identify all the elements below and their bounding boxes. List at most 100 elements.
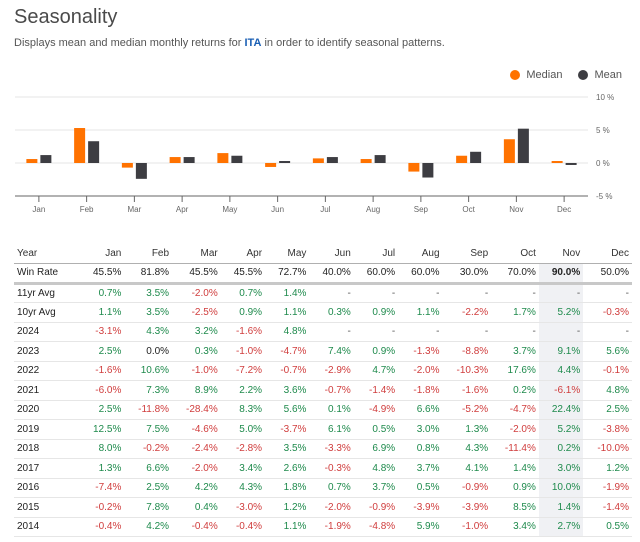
return-cell: 1.4%: [538, 497, 584, 518]
return-cell: 5.2%: [538, 419, 584, 440]
table-row: 2018 8.0% -0.2% -2.4% -2.8% 3.5% -3.3% 6.9% 0.8%…: [14, 439, 632, 459]
bar-mean-jul[interactable]: [326, 157, 338, 163]
return-cell: -0.2%: [80, 497, 125, 518]
return-cell: 4.3%: [124, 322, 173, 342]
return-cell: -1.4%: [583, 497, 632, 518]
bar-mean-may[interactable]: [231, 155, 243, 163]
row-label: 10yr Avg: [14, 302, 80, 323]
return-cell: 0.5%: [583, 517, 632, 537]
return-cell: -1.0%: [442, 517, 492, 537]
return-cell: -1.6%: [80, 361, 125, 381]
return-cell: 2.6%: [265, 458, 310, 479]
return-cell: 1.3%: [80, 458, 125, 479]
return-cell: -3.3%: [309, 439, 354, 459]
return-cell: -1.0%: [172, 361, 221, 381]
column-header-aug: Aug: [398, 244, 443, 264]
return-cell: -2.8%: [220, 439, 266, 459]
legend-label-mean: Mean: [594, 69, 622, 81]
return-cell: -0.3%: [309, 458, 354, 479]
return-cell: 0.9%: [491, 478, 539, 498]
return-cell: -4.7%: [491, 400, 539, 420]
bar-median-jun[interactable]: [265, 163, 277, 167]
subtitle-suffix: in order to identify seasonal patterns.: [261, 37, 445, 49]
return-cell: 9.1%: [538, 341, 584, 362]
return-cell: 0.5%: [353, 419, 399, 440]
legend-item-mean[interactable]: Mean: [578, 69, 622, 81]
table-row: 2016 -7.4% 2.5% 4.2% 4.3% 1.8% 0.7% 3.7% 0.5% -0.…: [14, 478, 632, 498]
return-cell: -0.7%: [265, 361, 310, 381]
column-header-sep: Sep: [442, 244, 492, 264]
return-cell: -: [398, 283, 443, 303]
return-cell: 7.8%: [124, 497, 173, 518]
bar-median-oct[interactable]: [456, 155, 468, 163]
return-cell: 2.5%: [80, 341, 125, 362]
bar-mean-dec[interactable]: [565, 163, 577, 165]
bar-median-feb[interactable]: [74, 128, 86, 163]
row-label: 2019: [14, 419, 80, 440]
table-row: 2024 -3.1% 4.3% 3.2% -1.6% 4.8% - - - - - - -: [14, 322, 632, 342]
return-cell: -0.4%: [80, 517, 125, 537]
column-header-may: May: [265, 244, 310, 264]
column-header-jan: Jan: [80, 244, 125, 264]
bar-median-mar[interactable]: [121, 163, 133, 168]
return-cell: 0.2%: [491, 380, 539, 401]
return-cell: -: [442, 283, 492, 303]
bar-median-nov[interactable]: [503, 139, 515, 163]
chart-legend: Median Mean: [510, 69, 622, 81]
return-cell: 5.0%: [220, 419, 266, 440]
bar-mean-feb[interactable]: [88, 141, 100, 163]
bar-median-aug[interactable]: [360, 159, 372, 163]
return-cell: 3.0%: [398, 419, 443, 440]
bar-mean-apr[interactable]: [183, 157, 195, 163]
table-row: 2023 2.5% 0.0% 0.3% -1.0% -4.7% 7.4% 0.9% -1.3% -…: [14, 341, 632, 362]
win-rate-cell: 72.7%: [265, 263, 310, 285]
return-cell: -3.7%: [265, 419, 310, 440]
return-cell: 4.8%: [353, 458, 399, 479]
return-cell: 1.4%: [265, 283, 310, 303]
bar-mean-sep[interactable]: [422, 163, 434, 178]
bar-mean-mar[interactable]: [135, 163, 147, 179]
return-cell: -1.6%: [220, 322, 266, 342]
table-row: 2021 -6.0% 7.3% 8.9% 2.2% 3.6% -0.7% -1.4% -1.8%…: [14, 380, 632, 401]
return-cell: 0.4%: [172, 497, 221, 518]
return-cell: 5.6%: [583, 341, 632, 362]
return-cell: 0.3%: [309, 302, 354, 323]
x-tick-label: Sep: [414, 205, 429, 214]
bar-mean-nov[interactable]: [517, 128, 529, 163]
return-cell: 0.3%: [172, 341, 221, 362]
return-cell: 2.5%: [124, 478, 173, 498]
return-cell: -3.8%: [583, 419, 632, 440]
return-cell: 3.4%: [220, 458, 266, 479]
bar-mean-aug[interactable]: [374, 155, 386, 163]
return-cell: 1.3%: [442, 419, 492, 440]
return-cell: 8.5%: [491, 497, 539, 518]
win-rate-cell: 70.0%: [491, 263, 539, 285]
return-cell: 6.1%: [309, 419, 354, 440]
bar-median-may[interactable]: [217, 153, 229, 163]
return-cell: 1.1%: [265, 302, 310, 323]
return-cell: 1.4%: [491, 458, 539, 479]
bar-median-apr[interactable]: [169, 157, 181, 163]
return-cell: -0.7%: [309, 380, 354, 401]
bar-median-jul[interactable]: [312, 158, 324, 163]
x-tick-label: Dec: [557, 205, 571, 214]
return-cell: -: [491, 322, 539, 342]
bar-median-jan[interactable]: [26, 159, 38, 163]
bar-mean-jun[interactable]: [279, 161, 291, 163]
bar-median-dec[interactable]: [551, 161, 563, 163]
return-cell: 8.3%: [220, 400, 266, 420]
return-cell: 1.2%: [583, 458, 632, 479]
return-cell: 3.7%: [491, 341, 539, 362]
legend-item-median[interactable]: Median: [510, 69, 562, 81]
bar-mean-jan[interactable]: [40, 155, 52, 163]
return-cell: 4.8%: [583, 380, 632, 401]
bar-mean-oct[interactable]: [470, 151, 482, 163]
ticker-link[interactable]: ITA: [245, 37, 262, 49]
return-cell: -1.9%: [309, 517, 354, 537]
return-cell: 0.7%: [309, 478, 354, 498]
return-cell: 3.2%: [172, 322, 221, 342]
return-cell: 4.7%: [353, 361, 399, 381]
bar-median-sep[interactable]: [408, 163, 420, 172]
return-cell: 0.2%: [538, 439, 584, 459]
column-header-oct: Oct: [491, 244, 539, 264]
